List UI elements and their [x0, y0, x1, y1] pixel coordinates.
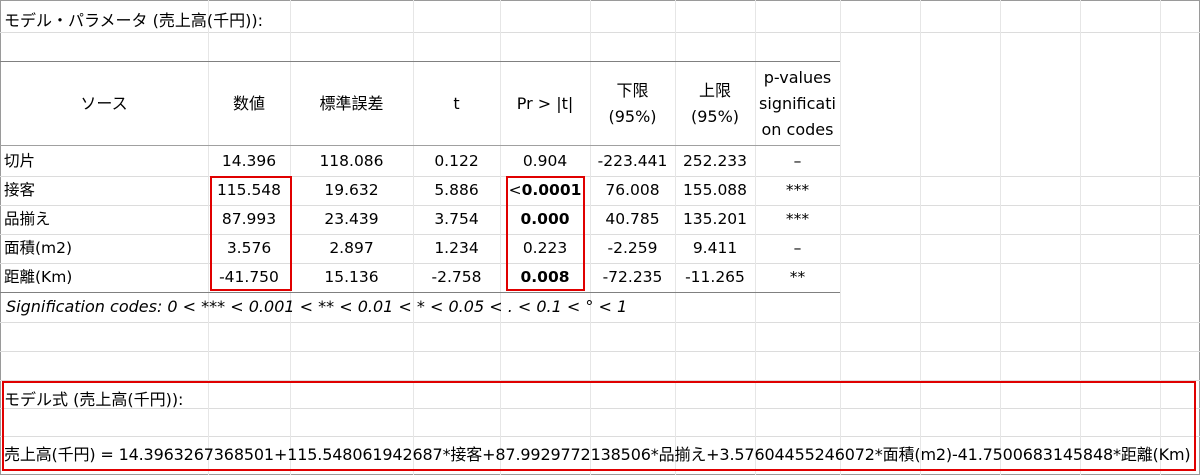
cell-t: 5.886: [434, 181, 479, 199]
cell-lower: -223.441: [597, 152, 668, 170]
header-lower-line1: 下限: [616, 80, 649, 100]
model-parameters-title: モデル・パラメータ (売上高(千円)):: [4, 11, 263, 30]
table-row: 距離(Km) -41.750 15.136 -2.758 0.008 -72.2…: [0, 263, 840, 292]
table-row: 切片 14.396 118.086 0.122 0.904 -223.441 2…: [0, 147, 840, 176]
header-pvalues-line1: p-values: [763, 67, 832, 87]
cell-value: 14.396: [221, 152, 277, 170]
cell-t: -2.758: [431, 268, 482, 286]
cell-lower: 40.785: [605, 210, 660, 228]
header-pvalues-line2: significati: [759, 93, 836, 113]
model-equation: 売上高(千円) = 14.3963267368501+115.548061942…: [4, 445, 1191, 464]
cell-source: 品揃え: [4, 210, 51, 228]
cell-upper: -11.265: [685, 268, 745, 286]
cell-source: 切片: [4, 152, 36, 170]
cell-code: **: [789, 268, 806, 286]
header-upper-line2: (95%): [690, 106, 740, 126]
model-equation-title: モデル式 (売上高(千円)):: [4, 390, 184, 409]
header-lower: 下限 (95%): [590, 62, 675, 145]
cell-upper: 155.088: [682, 181, 748, 199]
header-t: t: [453, 93, 460, 113]
cell-code: –: [793, 239, 802, 257]
cell-code: ***: [785, 210, 810, 228]
cell-std-error: 118.086: [319, 152, 384, 170]
header-upper-line1: 上限: [698, 80, 731, 100]
cell-code: –: [793, 152, 802, 170]
cell-t: 1.234: [434, 239, 479, 257]
cell-lower: -72.235: [602, 268, 663, 286]
cell-upper: 252.233: [682, 152, 748, 170]
header-pvalues-line3: on codes: [761, 119, 834, 139]
table-row: 接客 115.548 19.632 5.886 <0.0001 76.008 1…: [0, 176, 840, 205]
value-highlight-box: [210, 176, 292, 291]
cell-pr: 0.904: [522, 152, 568, 170]
cell-source: 面積(m2): [4, 239, 73, 257]
table-row: 面積(m2) 3.576 2.897 1.234 0.223 -2.259 9.…: [0, 234, 840, 263]
cell-std-error: 15.136: [324, 268, 379, 286]
cell-t: 0.122: [434, 152, 479, 170]
cell-upper: 135.201: [682, 210, 748, 228]
cell-std-error: 23.439: [324, 210, 379, 228]
table-header-rule: [0, 145, 840, 146]
header-source: ソース: [80, 93, 128, 113]
cell-source: 接客: [4, 181, 36, 199]
cell-source: 距離(Km): [4, 268, 73, 286]
header-pr: Pr > |t|: [516, 93, 574, 113]
table-row: 品揃え 87.993 23.439 3.754 0.000 40.785 135…: [0, 205, 840, 234]
cell-lower: 76.008: [605, 181, 660, 199]
cell-lower: -2.259: [607, 239, 658, 257]
table-bottom-rule: [0, 292, 840, 293]
header-lower-line2: (95%): [608, 106, 657, 126]
cell-std-error: 2.897: [329, 239, 374, 257]
cell-t: 3.754: [434, 210, 479, 228]
cell-upper: 9.411: [692, 239, 738, 257]
cell-code: ***: [785, 181, 810, 199]
cell-std-error: 19.632: [324, 181, 379, 199]
signification-codes-note: Signification codes: 0 < *** < 0.001 < *…: [6, 297, 628, 316]
header-pvalues: p-values significati on codes: [755, 62, 840, 145]
header-value: 数値: [232, 93, 265, 113]
header-upper: 上限 (95%): [675, 62, 755, 145]
header-std-error: 標準誤差: [319, 93, 384, 113]
pvalue-highlight-box: [506, 176, 585, 291]
